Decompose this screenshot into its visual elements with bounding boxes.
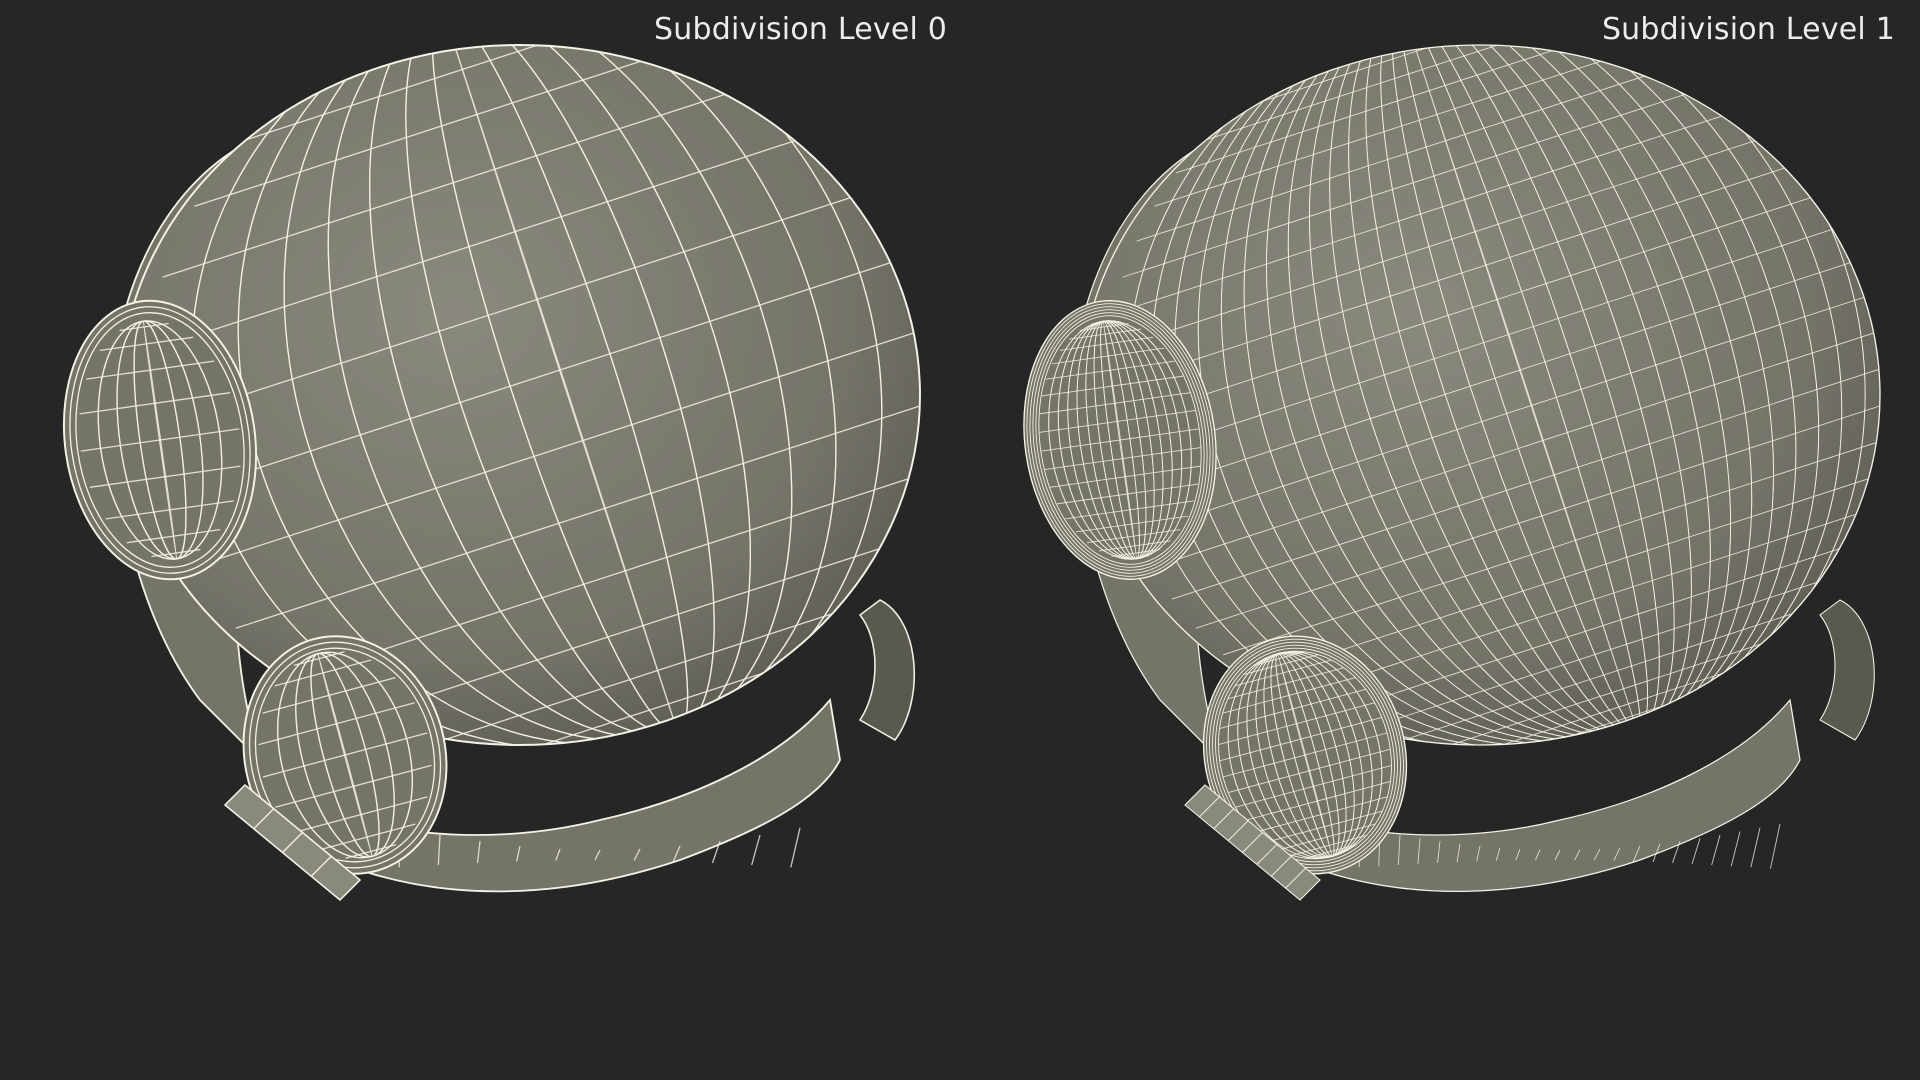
helmet-wireframe-level-1: [1023, 44, 1881, 901]
helmet-wireframe-level-0: [62, 44, 921, 902]
render-canvas: Subdivision Level 0 Subdivision Level 1: [0, 0, 1920, 1080]
helmet-right-bump: [858, 599, 916, 742]
helmet-right-bump: [1819, 599, 1875, 741]
